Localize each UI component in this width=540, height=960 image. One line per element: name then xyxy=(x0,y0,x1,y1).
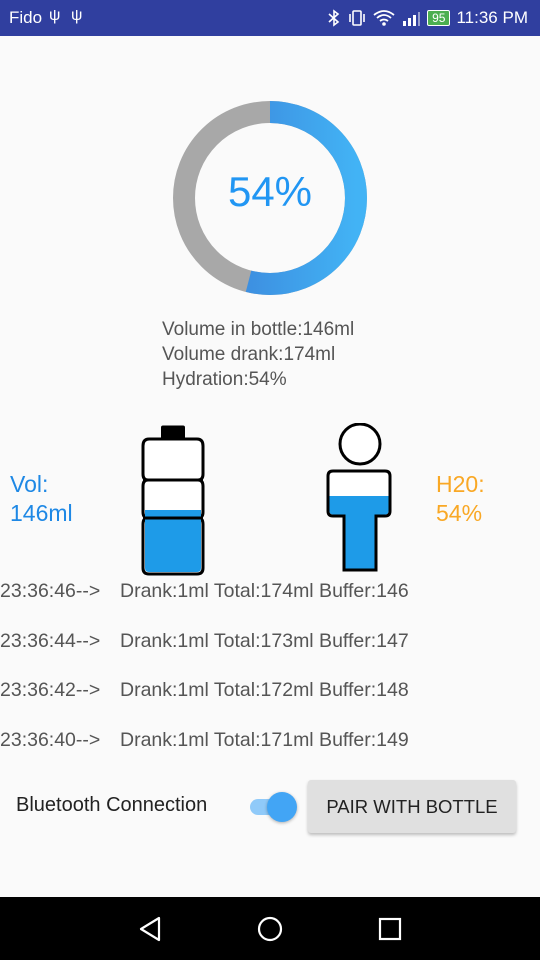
battery-icon: 95 xyxy=(427,10,451,26)
log-time: 23:36:44--> xyxy=(0,629,101,652)
wifi-icon xyxy=(373,10,395,26)
volume-indicator-value: 146ml xyxy=(10,500,73,526)
volume-indicator-label: Vol: xyxy=(10,471,49,497)
log-row: 23:36:44--> Drank:1ml Total:173ml Buffer… xyxy=(0,626,540,676)
hydration-percent: 54% xyxy=(227,168,313,215)
status-time: 11:36 PM xyxy=(456,8,528,27)
navigation-bar xyxy=(0,897,540,960)
carrier-name: Fido xyxy=(9,8,43,27)
status-icons: 95 11:36 PM xyxy=(327,8,528,28)
usb-icon: ψ xyxy=(49,7,61,24)
log-time: 23:36:40--> xyxy=(0,728,101,751)
bottle-icon xyxy=(141,425,205,576)
bluetooth-icon xyxy=(328,9,340,27)
log-row: 23:36:42--> Drank:1ml Total:172ml Buffer… xyxy=(0,675,540,725)
log-message: Drank:1ml Total:174ml Buffer:146 xyxy=(120,580,409,602)
status-bar: Fido ψ ψ 95 11:36 PM xyxy=(0,0,540,36)
log-time: 23:36:42--> xyxy=(0,679,101,701)
log-time: 23:36:46--> xyxy=(0,580,101,602)
log-message: Drank:1ml Total:173ml Buffer:147 xyxy=(120,629,409,652)
usb-icon: ψ xyxy=(71,7,83,24)
signal-icon xyxy=(403,12,421,26)
log-row: 23:36:40--> Drank:1ml Total:171ml Buffer… xyxy=(0,725,540,775)
bluetooth-toggle[interactable] xyxy=(248,790,298,824)
home-icon[interactable] xyxy=(253,912,287,946)
back-icon[interactable] xyxy=(133,912,167,946)
stats-block: Volume in bottle:146ml Volume drank:174m… xyxy=(162,317,354,392)
volume-indicator: Vol: 146ml xyxy=(10,470,73,528)
toggle-knob xyxy=(267,792,297,822)
hydration-indicator-label: H20: xyxy=(436,471,485,497)
volume-in-bottle-text: Volume in bottle:146ml xyxy=(162,319,355,340)
log-row: 23:36:46--> Drank:1ml Total:174ml Buffer… xyxy=(0,576,540,626)
log-message: Drank:1ml Total:172ml Buffer:148 xyxy=(120,679,409,701)
volume-drank-text: Volume drank:174ml xyxy=(162,344,336,365)
hydration-indicator: H20: 54% xyxy=(436,470,485,528)
log-message: Drank:1ml Total:171ml Buffer:149 xyxy=(120,728,409,751)
recents-icon[interactable] xyxy=(373,912,407,946)
person-icon xyxy=(326,423,392,572)
hydration-indicator-value: 54% xyxy=(436,500,483,526)
vibrate-icon xyxy=(349,10,365,26)
hydration-text: Hydration:54% xyxy=(162,369,287,390)
drink-log: 23:36:46--> Drank:1ml Total:174ml Buffer… xyxy=(0,576,540,774)
pair-with-bottle-button[interactable]: PAIR WITH BOTTLE xyxy=(308,780,516,833)
bluetooth-connection-label: Bluetooth Connection xyxy=(16,794,208,816)
